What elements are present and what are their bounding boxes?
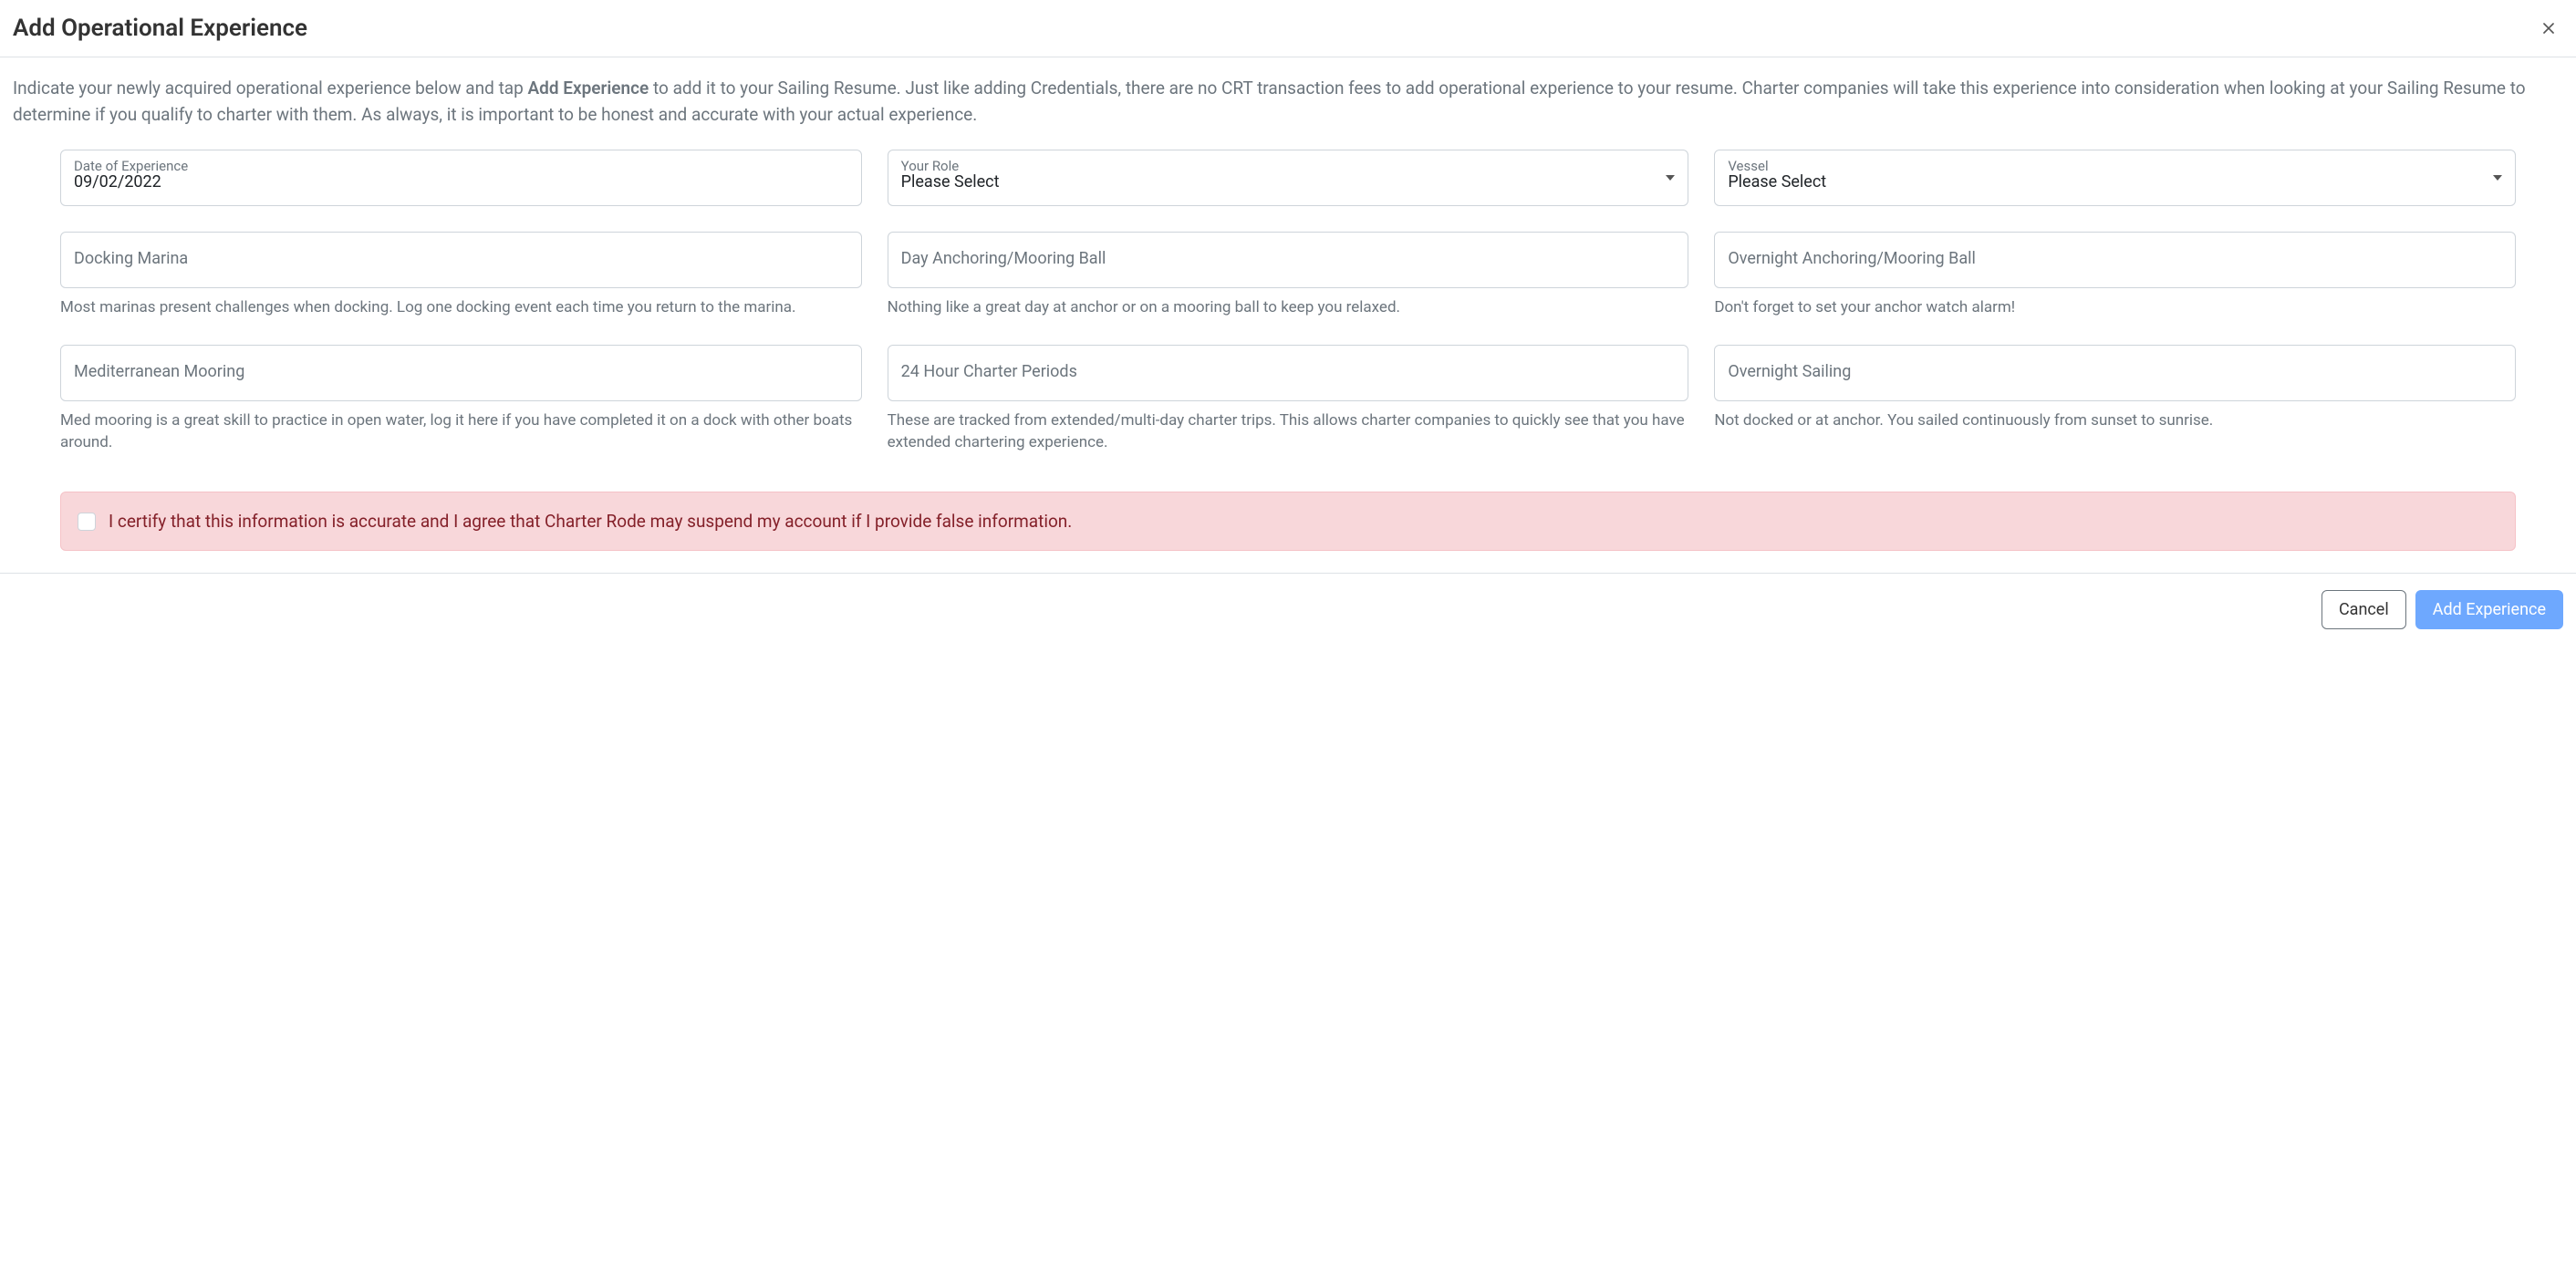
modal-footer: Cancel Add Experience bbox=[0, 573, 2576, 646]
field-day-anchor: Nothing like a great day at anchor or on… bbox=[888, 232, 1689, 319]
field-overnight-sailing: Not docked or at anchor. You sailed cont… bbox=[1714, 345, 2516, 454]
day-anchor-helper: Nothing like a great day at anchor or on… bbox=[888, 297, 1689, 319]
intro-part1: Indicate your newly acquired operational… bbox=[13, 78, 528, 98]
overnight-sailing-input-wrap bbox=[1714, 345, 2516, 401]
add-experience-button[interactable]: Add Experience bbox=[2415, 590, 2563, 629]
vessel-value: Please Select bbox=[1728, 172, 2482, 192]
overnight-anchor-input[interactable] bbox=[1728, 249, 2502, 268]
docking-input[interactable] bbox=[74, 249, 848, 268]
field-date: Date of Experience 09/02/2022 bbox=[60, 150, 862, 206]
docking-input-wrap bbox=[60, 232, 862, 288]
med-mooring-helper: Med mooring is a great skill to practice… bbox=[60, 410, 862, 454]
field-vessel: Vessel Please Select bbox=[1714, 150, 2516, 206]
certify-text: I certify that this information is accur… bbox=[109, 511, 1072, 532]
cancel-button[interactable]: Cancel bbox=[2322, 590, 2406, 629]
date-value: 09/02/2022 bbox=[74, 172, 848, 192]
intro-bold: Add Experience bbox=[528, 78, 649, 98]
overnight-sailing-input[interactable] bbox=[1728, 362, 2502, 381]
overnight-sailing-helper: Not docked or at anchor. You sailed cont… bbox=[1714, 410, 2516, 432]
docking-helper: Most marinas present challenges when doc… bbox=[60, 297, 862, 319]
med-mooring-input[interactable] bbox=[74, 362, 848, 381]
charter-periods-input-wrap bbox=[888, 345, 1689, 401]
day-anchor-input[interactable] bbox=[901, 249, 1676, 268]
overnight-anchor-input-wrap bbox=[1714, 232, 2516, 288]
field-charter-periods: These are tracked from extended/multi-da… bbox=[888, 345, 1689, 454]
med-mooring-input-wrap bbox=[60, 345, 862, 401]
intro-text: Indicate your newly acquired operational… bbox=[13, 76, 2563, 128]
form-grid: Date of Experience 09/02/2022 Your Role … bbox=[13, 150, 2563, 453]
date-input[interactable]: Date of Experience 09/02/2022 bbox=[60, 150, 862, 206]
charter-periods-helper: These are tracked from extended/multi-da… bbox=[888, 410, 1689, 454]
role-value: Please Select bbox=[901, 172, 1656, 192]
modal-header: Add Operational Experience bbox=[0, 0, 2576, 57]
certify-box: I certify that this information is accur… bbox=[60, 492, 2516, 551]
modal-title: Add Operational Experience bbox=[13, 15, 307, 42]
field-role: Your Role Please Select bbox=[888, 150, 1689, 206]
charter-periods-input[interactable] bbox=[901, 362, 1676, 381]
field-med-mooring: Med mooring is a great skill to practice… bbox=[60, 345, 862, 454]
role-select[interactable]: Your Role Please Select bbox=[888, 150, 1689, 206]
overnight-anchor-helper: Don't forget to set your anchor watch al… bbox=[1714, 297, 2516, 319]
day-anchor-input-wrap bbox=[888, 232, 1689, 288]
vessel-select[interactable]: Vessel Please Select bbox=[1714, 150, 2516, 206]
date-label: Date of Experience bbox=[74, 158, 188, 174]
field-overnight-anchor: Don't forget to set your anchor watch al… bbox=[1714, 232, 2516, 319]
modal-body: Indicate your newly acquired operational… bbox=[0, 57, 2576, 573]
vessel-label: Vessel bbox=[1728, 158, 1768, 174]
certify-checkbox[interactable] bbox=[78, 513, 96, 531]
field-docking: Most marinas present challenges when doc… bbox=[60, 232, 862, 319]
role-label: Your Role bbox=[901, 158, 960, 174]
close-icon bbox=[2540, 19, 2558, 37]
close-button[interactable] bbox=[2536, 16, 2561, 41]
